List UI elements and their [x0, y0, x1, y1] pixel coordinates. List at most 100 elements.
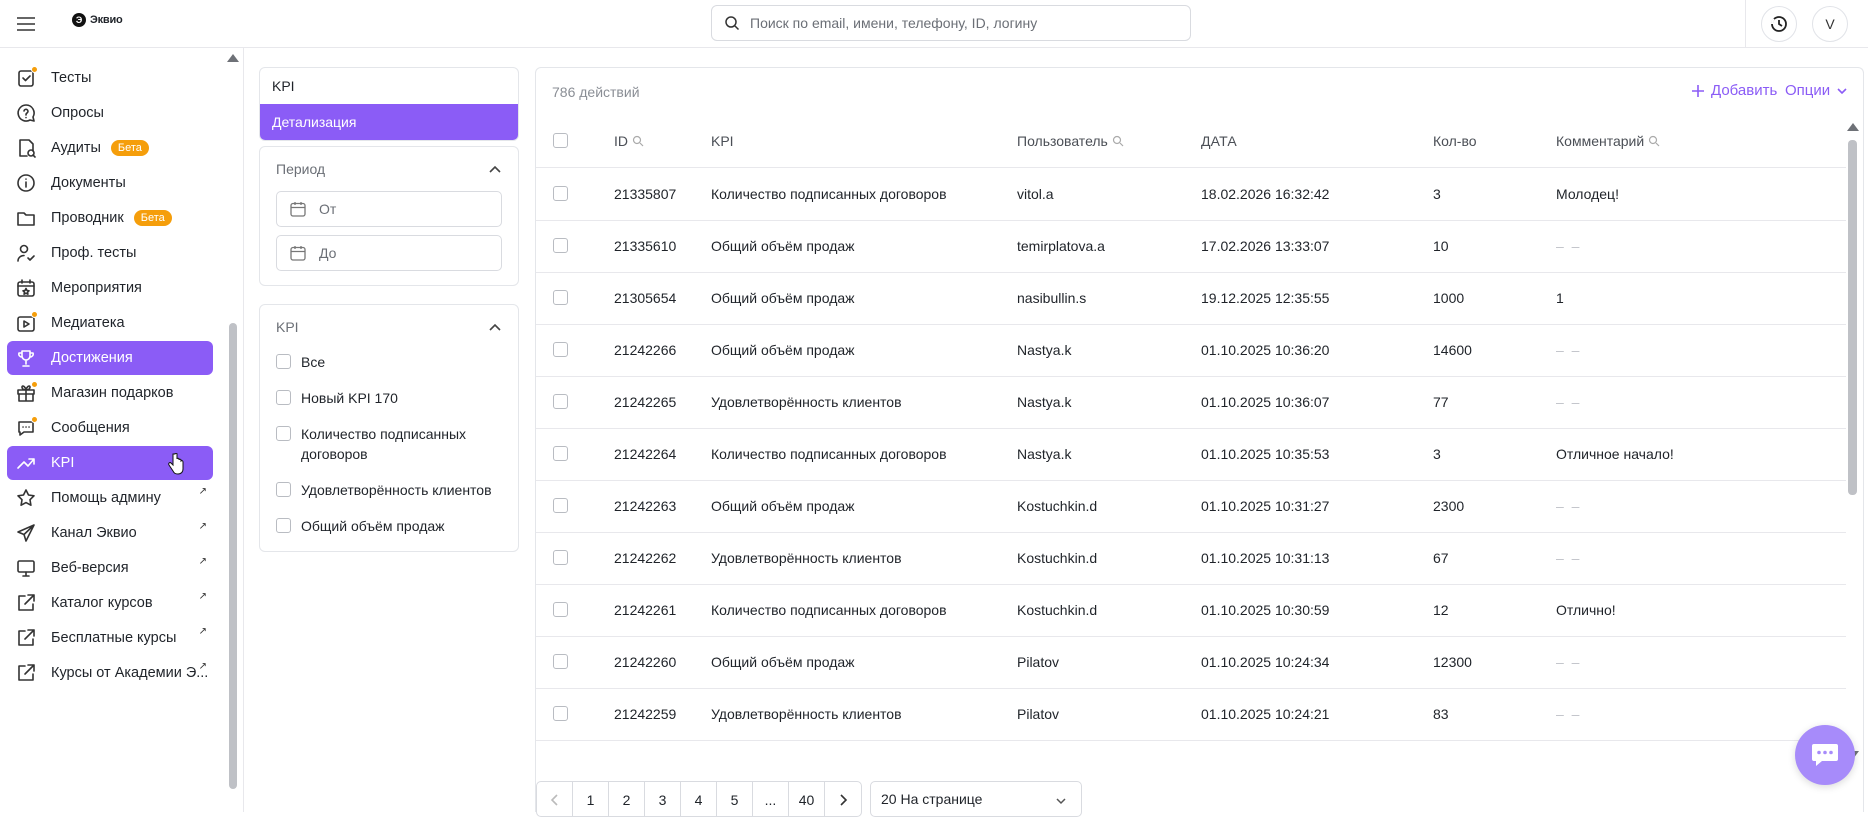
search-icon[interactable]	[1112, 135, 1124, 147]
table-row[interactable]: 21242262 Удовлетворённость клиентов Kostuc…	[536, 533, 1846, 585]
menu-icon[interactable]	[14, 12, 38, 36]
cell-id: 21242260	[614, 654, 677, 670]
table-row[interactable]: 21335610 Общий объём продаж temirplatova.a…	[536, 221, 1846, 273]
chat-button[interactable]	[1795, 725, 1855, 785]
table-row[interactable]: 21242266 Общий объём продаж Nastya.k 01.10.…	[536, 325, 1846, 377]
tab-kpi[interactable]: KPI	[260, 68, 518, 104]
table-row[interactable]: 21242260 Общий объём продаж Pilatov 01.10.2…	[536, 637, 1846, 689]
search-icon[interactable]	[632, 135, 644, 147]
sidebar-item[interactable]: Курсы от Академии Э... ↗	[7, 656, 213, 690]
kpi-option-contracts[interactable]: Количество подписанных договоров	[276, 424, 486, 464]
table-scrollbar[interactable]	[1848, 140, 1857, 495]
table-row[interactable]: 21242263 Общий объём продаж Kostuchkin.d 01…	[536, 481, 1846, 533]
sidebar-item[interactable]: Опросы	[7, 96, 213, 130]
table-row[interactable]: 21242261 Количество подписанных договоров…	[536, 585, 1846, 637]
chevron-up-icon[interactable]	[488, 321, 502, 335]
kpi-option-satisfaction[interactable]: Удовлетворённость клиентов	[276, 480, 492, 500]
brand-name: Эквио	[90, 14, 123, 26]
sidebar-item[interactable]: Тесты	[7, 61, 213, 95]
checkbox[interactable]	[276, 518, 291, 533]
cell-comment: Отличное начало!	[1556, 446, 1674, 462]
external-arrow-icon: ↗	[198, 556, 207, 567]
checkbox[interactable]	[276, 426, 291, 441]
search-icon[interactable]	[1648, 135, 1660, 147]
cell-qty: 1000	[1433, 290, 1465, 306]
column-kpi[interactable]: KPI	[711, 133, 734, 149]
sidebar-item[interactable]: Документы	[7, 166, 213, 200]
sidebar-item[interactable]: Магазин подарков	[7, 376, 213, 410]
history-button[interactable]	[1761, 6, 1797, 42]
avatar[interactable]: V	[1812, 6, 1848, 42]
sidebar-scroll-up[interactable]	[227, 54, 239, 62]
options-button[interactable]: Опции	[1785, 82, 1848, 99]
sidebar-item[interactable]: Медиатека	[7, 306, 213, 340]
cell-comment: – –	[1556, 342, 1582, 358]
sidebar-item[interactable]: Сообщения	[7, 411, 213, 445]
sidebar-item[interactable]: Веб-версия ↗	[7, 551, 213, 585]
column-qty[interactable]: Кол-во	[1433, 133, 1477, 149]
sidebar-item[interactable]: Аудиты Бета	[7, 131, 213, 165]
column-label: KPI	[711, 133, 734, 149]
date-from-field[interactable]: От	[276, 191, 502, 227]
row-checkbox[interactable]	[553, 654, 568, 669]
table-row[interactable]: 21242265 Удовлетворённость клиентов Nastya…	[536, 377, 1846, 429]
date-from-placeholder: От	[319, 201, 337, 217]
sidebar-item[interactable]: Канал Эквио ↗	[7, 516, 213, 550]
kpi-option-sales[interactable]: Общий объём продаж	[276, 516, 445, 536]
calendar-star-icon	[15, 277, 37, 299]
table-scroll-up[interactable]	[1847, 123, 1859, 131]
checkbox[interactable]	[276, 354, 291, 369]
row-checkbox[interactable]	[553, 706, 568, 721]
cell-comment: – –	[1556, 654, 1582, 670]
sidebar-item[interactable]: Проф. тесты	[7, 236, 213, 270]
kpi-option-all[interactable]: Все	[276, 352, 325, 372]
checkbox[interactable]	[276, 482, 291, 497]
table-row[interactable]: 21335807 Количество подписанных договоров…	[536, 169, 1846, 221]
cell-kpi: Общий объём продаж	[711, 342, 855, 358]
table-row[interactable]: 21242264 Количество подписанных договоров…	[536, 429, 1846, 481]
cell-date: 01.10.2025 10:36:20	[1201, 342, 1330, 358]
search-input[interactable]	[750, 15, 1170, 31]
tab-details[interactable]: Детализация	[260, 104, 518, 140]
sidebar-item[interactable]: Помощь админу ↗	[7, 481, 213, 515]
brand-logo[interactable]: Э Эквио	[72, 13, 123, 27]
row-checkbox[interactable]	[553, 186, 568, 201]
select-all-checkbox[interactable]	[553, 133, 568, 148]
period-filter: Период От До	[259, 146, 519, 286]
sidebar-item-label: Аудиты	[51, 140, 101, 156]
gift-icon	[15, 381, 38, 404]
chevron-up-icon[interactable]	[488, 163, 502, 177]
column-user[interactable]: Пользователь	[1017, 133, 1124, 149]
row-checkbox[interactable]	[553, 446, 568, 461]
cell-date: 01.10.2025 10:30:59	[1201, 602, 1330, 618]
cell-user: Pilatov	[1017, 654, 1060, 670]
sidebar-item[interactable]: Каталог курсов ↗	[7, 586, 213, 620]
table-row[interactable]: 21242259 Удовлетворённость клиентов Pilato…	[536, 689, 1846, 741]
date-to-field[interactable]: До	[276, 235, 502, 271]
cell-kpi: Общий объём продаж	[711, 290, 855, 306]
sidebar-item[interactable]: Мероприятия	[7, 271, 213, 305]
row-checkbox[interactable]	[553, 342, 568, 357]
sidebar-item[interactable]: Достижения	[7, 341, 213, 375]
user-check-icon	[15, 242, 37, 264]
row-checkbox[interactable]	[553, 550, 568, 565]
table-row[interactable]: 21305654 Общий объём продаж nasibullin.s 19…	[536, 273, 1846, 325]
sidebar-item[interactable]: Бесплатные курсы ↗	[7, 621, 213, 655]
add-button[interactable]: Добавить	[1691, 82, 1777, 99]
sidebar-scrollbar[interactable]	[229, 323, 237, 789]
sidebar-item[interactable]: Проводник Бета	[7, 201, 213, 235]
cell-comment: – –	[1556, 238, 1582, 254]
row-checkbox[interactable]	[553, 498, 568, 513]
row-checkbox[interactable]	[553, 290, 568, 305]
column-id[interactable]: ID	[614, 133, 644, 149]
column-date[interactable]: ДАТА	[1201, 133, 1237, 149]
global-search[interactable]	[711, 5, 1191, 41]
column-comment[interactable]: Комментарий	[1556, 133, 1660, 149]
kpi-option-new-kpi[interactable]: Новый KPI 170	[276, 388, 398, 408]
row-checkbox[interactable]	[553, 394, 568, 409]
info-circle-icon	[15, 172, 37, 194]
row-checkbox[interactable]	[553, 602, 568, 617]
checkbox[interactable]	[276, 390, 291, 405]
sidebar-item-label: Тесты	[51, 70, 92, 86]
row-checkbox[interactable]	[553, 238, 568, 253]
